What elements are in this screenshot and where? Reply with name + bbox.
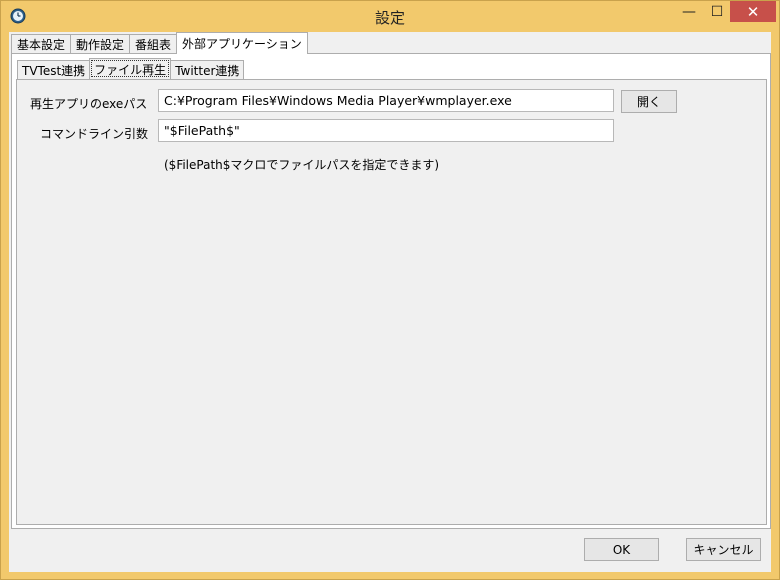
window-title: 設定 — [374, 9, 405, 27]
file-playback-panel: 再生アプリのexeパス C:¥Program Files¥Windows Med… — [16, 79, 767, 525]
tab-twitter-integration[interactable]: Twitter連携 — [170, 60, 245, 79]
cmdline-label: コマンドライン引数 — [40, 127, 149, 141]
outer-tab-strip: 基本設定 動作設定 番組表 外部アプリケーション — [11, 32, 308, 54]
tab-basic-settings[interactable]: 基本設定 — [11, 34, 72, 54]
close-button[interactable]: ✕ — [730, 1, 776, 22]
open-button[interactable]: 開く — [621, 90, 677, 113]
macro-hint: ($FilePath$マクロでファイルパスを指定できます) — [164, 158, 440, 172]
maximize-button[interactable]: ☐ — [703, 1, 731, 22]
inner-tab-strip: TVTest連携 ファイル再生 Twitter連携 — [17, 58, 245, 79]
title-bar[interactable]: 設定 — ☐ ✕ — [1, 1, 779, 32]
tab-program-guide[interactable]: 番組表 — [129, 34, 178, 54]
tab-file-playback[interactable]: ファイル再生 — [89, 58, 172, 79]
cancel-button[interactable]: キャンセル — [686, 538, 761, 561]
dialog-body: 基本設定 動作設定 番組表 外部アプリケーション TVTest連携 ファイル再生… — [9, 32, 771, 572]
settings-window: 設定 — ☐ ✕ 基本設定 動作設定 番組表 外部アプリケーション TVTest… — [0, 0, 780, 580]
minimize-button[interactable]: — — [675, 1, 703, 22]
external-applications-panel: TVTest連携 ファイル再生 Twitter連携 再生アプリのexeパス C:… — [11, 53, 771, 529]
tab-tvtest-integration[interactable]: TVTest連携 — [17, 60, 91, 79]
tab-external-applications[interactable]: 外部アプリケーション — [176, 32, 308, 54]
exe-path-label: 再生アプリのexeパス — [30, 97, 148, 111]
ok-button[interactable]: OK — [584, 538, 659, 561]
cmdline-input[interactable]: "$FilePath$" — [158, 119, 614, 142]
tab-behavior-settings[interactable]: 動作設定 — [70, 34, 131, 54]
exe-path-input[interactable]: C:¥Program Files¥Windows Media Player¥wm… — [158, 89, 614, 112]
